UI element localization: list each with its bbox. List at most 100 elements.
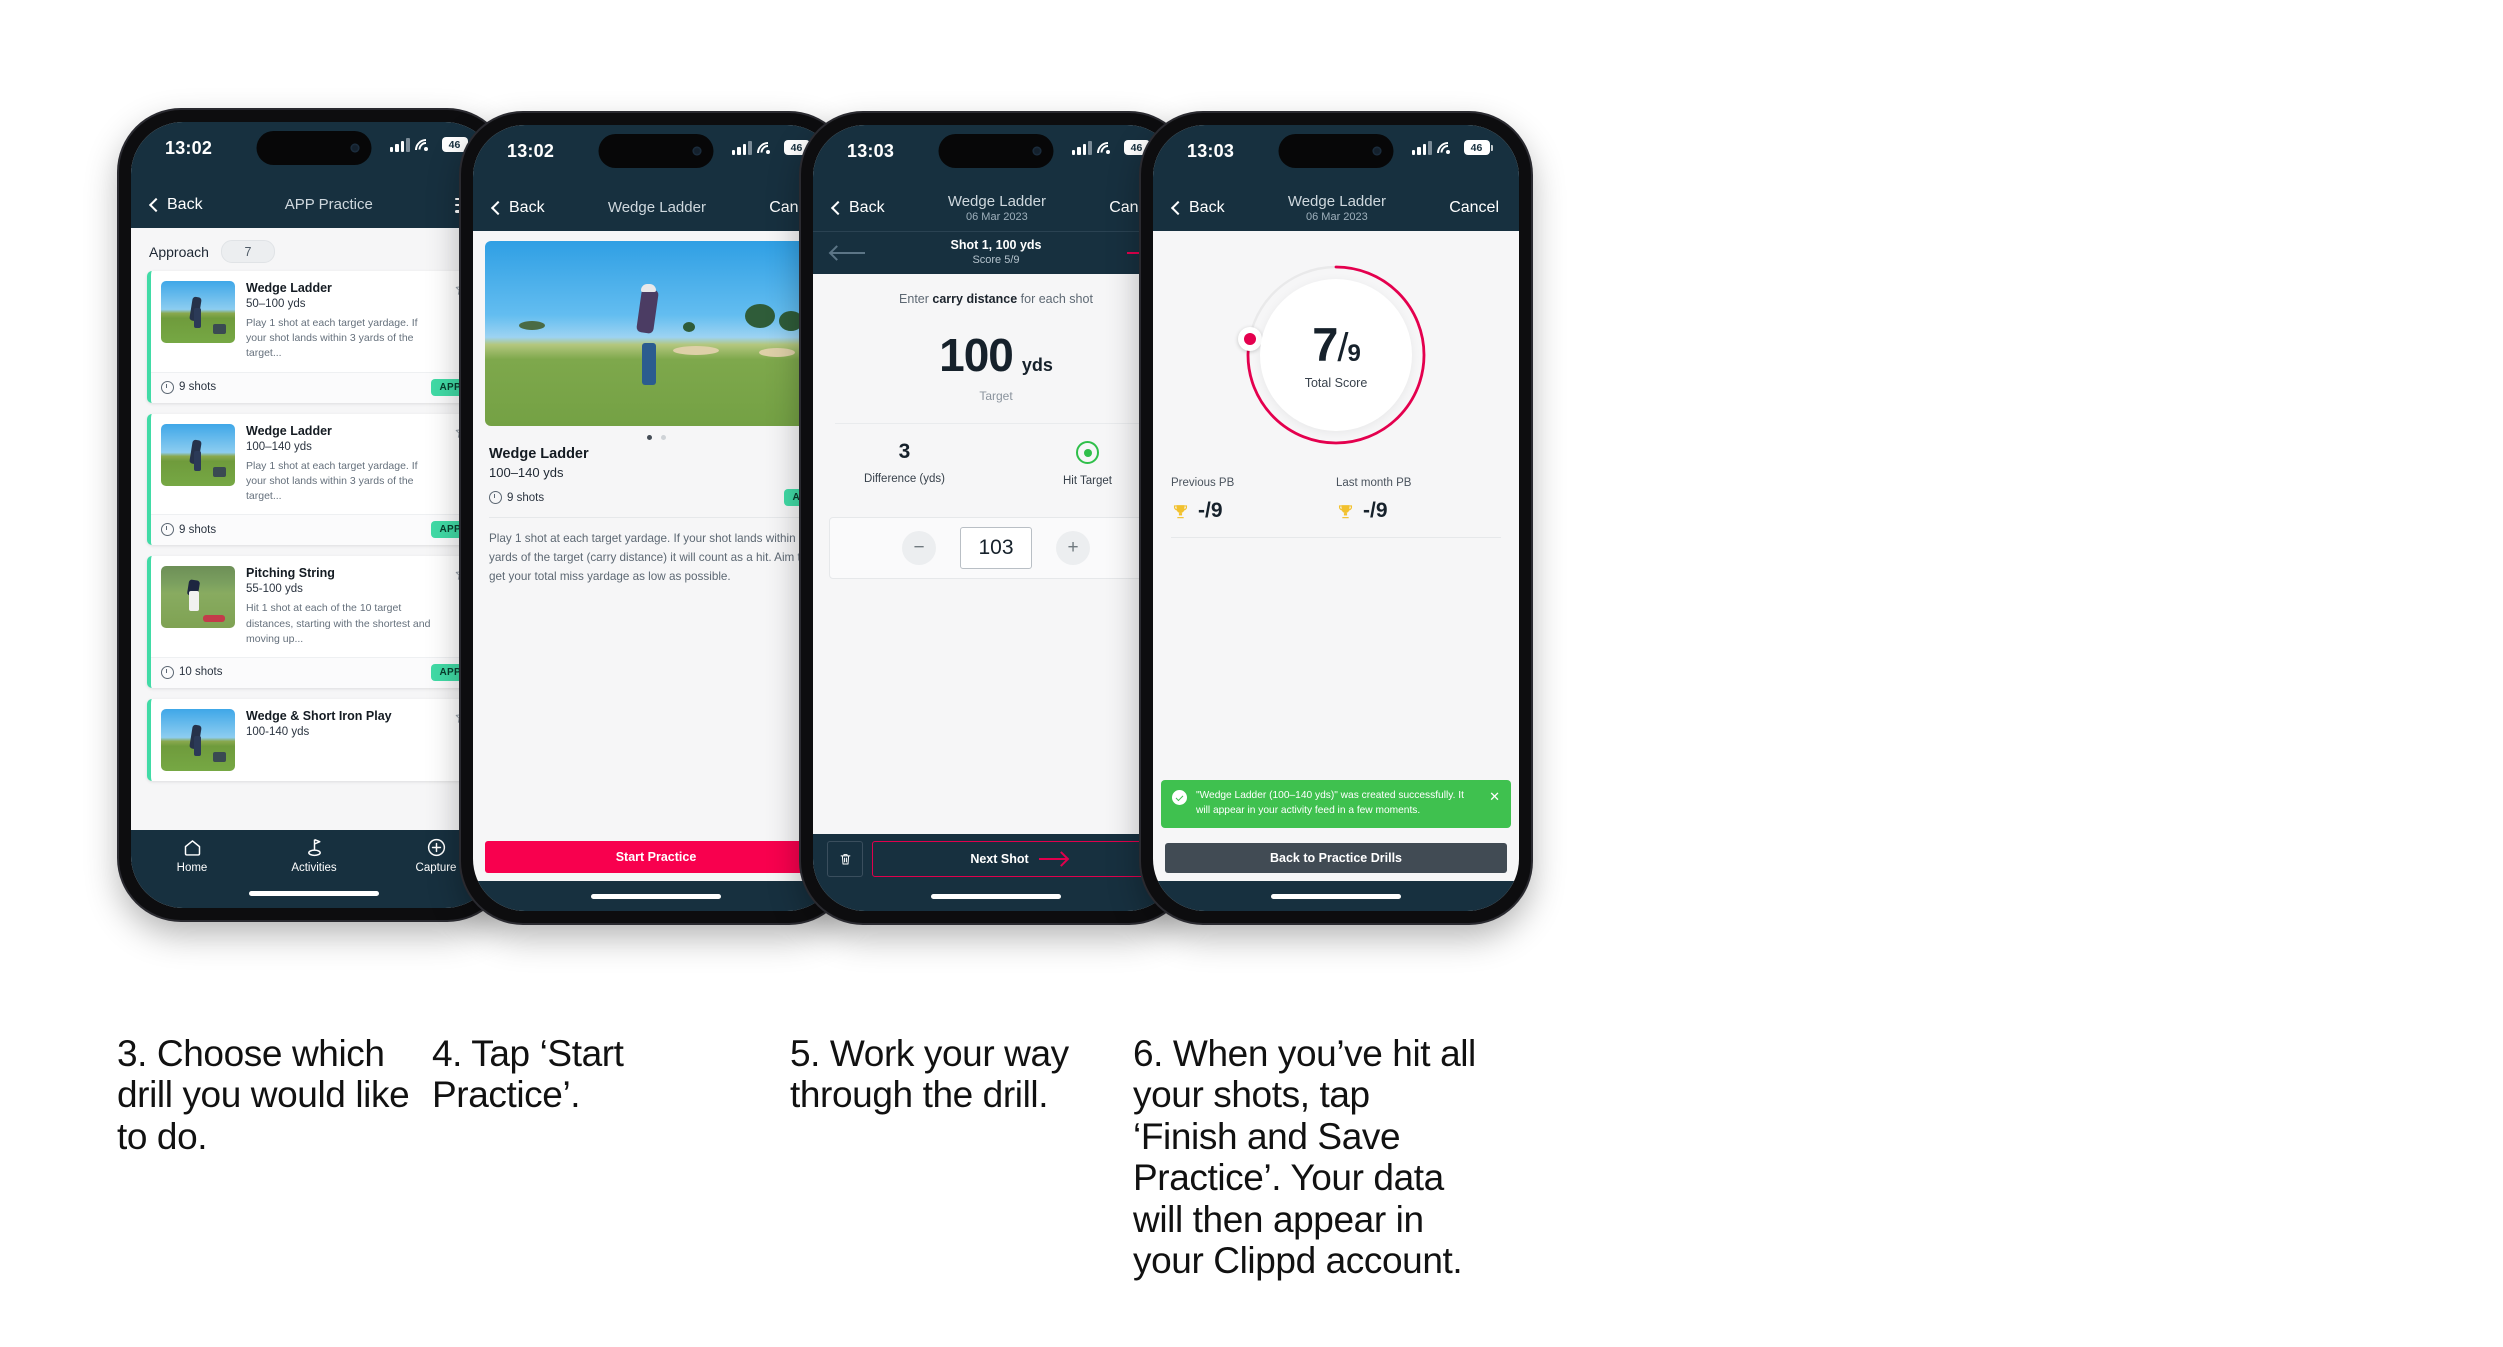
back-button[interactable]: Back <box>490 199 545 217</box>
previous-pb-label: Previous PB <box>1171 477 1235 489</box>
divider <box>835 423 1157 424</box>
section-header: Approach 7 <box>131 228 497 271</box>
drill-thumbnail <box>161 281 235 343</box>
phone-mockup-2: 13:02 46 Back Wedge Ladder Cancel Wedge … <box>461 113 851 923</box>
phone-screen-2: 13:02 46 Back Wedge Ladder Cancel Wedge … <box>473 125 839 911</box>
shot-navigator: Shot 1, 100 yds Score 5/9 <box>813 231 1179 274</box>
home-indicator <box>1153 881 1519 911</box>
previous-pb: Previous PB -/9 <box>1171 477 1336 523</box>
score-gauge: 7 / 9 Total Score <box>1237 257 1434 453</box>
back-label: Back <box>1189 199 1225 216</box>
back-label: Back <box>167 196 203 213</box>
drill-title: Pitching String <box>246 566 335 581</box>
caption-step-5: 5. Work your way through the drill. <box>790 1033 1069 1116</box>
close-icon[interactable]: ✕ <box>1489 790 1500 803</box>
back-label: Back <box>509 199 545 216</box>
clock-icon <box>489 491 502 504</box>
drill-hero-image[interactable] <box>485 241 827 426</box>
caption-step-4: 4. Tap ‘Start Practice’. <box>432 1033 624 1116</box>
shot-info: Shot 1, 100 yds Score 5/9 <box>950 238 1041 267</box>
status-bar: 13:03 46 <box>1153 125 1519 185</box>
drill-title: Wedge Ladder <box>246 423 332 438</box>
drill-yardage: 50–100 yds <box>246 298 306 310</box>
status-time: 13:02 <box>507 141 555 161</box>
chevron-left-icon <box>148 197 164 213</box>
wifi-icon <box>1431 136 1464 169</box>
back-to-practice-drills-button[interactable]: Back to Practice Drills <box>1165 843 1507 873</box>
wifi-icon <box>751 136 784 169</box>
carousel-dot-active[interactable] <box>646 435 652 440</box>
previous-shot-arrow-icon[interactable] <box>828 245 865 261</box>
tab-home[interactable]: Home <box>131 837 253 874</box>
shots-label: 9 shots <box>179 523 217 536</box>
bottom-tab-bar[interactable]: Home Activities Capture <box>131 830 497 878</box>
increment-button[interactable]: + <box>1056 531 1090 565</box>
last-month-pb-label: Last month PB <box>1336 477 1412 489</box>
shots-count: 9 shots <box>489 491 544 504</box>
cellular-signal-icon <box>1411 140 1432 155</box>
tab-home-label: Home <box>176 862 208 874</box>
card-body: Wedge Ladder 100–140 yds Play 1 shot at … <box>151 414 481 515</box>
card-text: Pitching String 55-100 yds Hit 1 shot at… <box>246 566 439 647</box>
card-text: Wedge Ladder 100–140 yds Play 1 shot at … <box>246 424 439 505</box>
phone-mockup-1: 13:02 46 Back APP Practice Approach 7 We… <box>119 110 509 920</box>
battery-level: 46 <box>1463 140 1490 155</box>
gauge-knob <box>1237 326 1262 351</box>
card-text: Wedge & Short Iron Play 100-140 yds <box>246 709 439 771</box>
target-unit: yds <box>1021 355 1053 375</box>
target-label: Target <box>979 389 1013 403</box>
next-shot-button[interactable]: Next Shot <box>872 841 1165 877</box>
gauge-center: 7 / 9 Total Score <box>1260 279 1412 431</box>
carousel-dots[interactable] <box>473 426 839 444</box>
battery-tip <box>1491 144 1493 151</box>
back-button[interactable]: Back <box>830 199 885 217</box>
back-button[interactable]: Back <box>1170 199 1225 217</box>
stat-difference: 3 Difference (yds) <box>813 441 996 487</box>
drill-yardage: 100-140 yds <box>246 725 310 738</box>
cancel-button[interactable]: Cancel <box>1449 199 1499 217</box>
list-item[interactable]: Wedge Ladder 100–140 yds Play 1 shot at … <box>147 413 481 546</box>
start-practice-button[interactable]: Start Practice <box>485 841 827 873</box>
phone-screen-3: 13:03 46 Back Wedge Ladder 06 Mar 2023 C… <box>813 125 1179 911</box>
check-circle-icon <box>1172 790 1187 806</box>
card-body: Pitching String 55-100 yds Hit 1 shot at… <box>151 556 481 657</box>
tab-capture-label: Capture <box>415 862 457 874</box>
nav-bar: Back Wedge Ladder Cancel <box>473 185 839 231</box>
back-label: Back <box>849 199 885 216</box>
next-shot-label: Next Shot <box>970 852 1029 866</box>
phone-mockup-3: 13:03 46 Back Wedge Ladder 06 Mar 2023 C… <box>801 113 1191 923</box>
drill-thumbnail <box>161 708 235 771</box>
nav-bar: Back Wedge Ladder 06 Mar 2023 Cancel <box>1153 185 1519 231</box>
section-label: Approach <box>149 243 209 260</box>
home-icon <box>184 840 200 856</box>
carousel-dot[interactable] <box>660 435 666 440</box>
carry-distance-stepper[interactable]: − 103 + <box>829 517 1163 579</box>
tab-activities-label: Activities <box>291 862 337 874</box>
list-item[interactable]: Wedge & Short Iron Play 100-140 yds <box>147 698 481 781</box>
list-item[interactable]: Pitching String 55-100 yds Hit 1 shot at… <box>147 556 481 688</box>
score-achieved: 7 <box>1312 317 1338 371</box>
decrement-button[interactable]: − <box>902 531 936 565</box>
shot-entry: Enter carry distance for each shot 100 y… <box>813 274 1179 834</box>
cellular-signal-icon <box>1071 140 1092 155</box>
section-count-badge: 7 <box>220 240 275 263</box>
total-score-label: Total Score <box>1304 375 1368 390</box>
drill-list[interactable]: Approach 7 Wedge Ladder 50–100 yds Play … <box>131 228 497 830</box>
shot-stats: 3 Difference (yds) Hit Target <box>813 441 1179 487</box>
prompt-pre: Enter <box>899 292 933 306</box>
list-item[interactable]: Wedge Ladder 50–100 yds Play 1 shot at e… <box>147 271 481 403</box>
carry-distance-input[interactable]: 103 <box>960 527 1032 569</box>
difference-label: Difference (yds) <box>864 473 945 485</box>
entry-prompt: Enter carry distance for each shot <box>813 274 1179 306</box>
dynamic-island <box>256 131 372 165</box>
home-indicator <box>131 878 497 908</box>
shots-count: 10 shots <box>161 665 222 679</box>
bottom-action-bar: Next Shot <box>813 834 1179 881</box>
cellular-signal-icon <box>389 137 410 152</box>
delete-shot-button[interactable] <box>827 841 863 877</box>
tab-activities[interactable]: Activities <box>253 837 375 874</box>
status-indicators: 46 <box>389 133 471 166</box>
previous-pb-value: -/9 <box>1198 499 1223 522</box>
back-button[interactable]: Back <box>148 196 203 214</box>
phone-screen-4: 13:03 46 Back Wedge Ladder 06 Mar 2023 C… <box>1153 125 1519 911</box>
